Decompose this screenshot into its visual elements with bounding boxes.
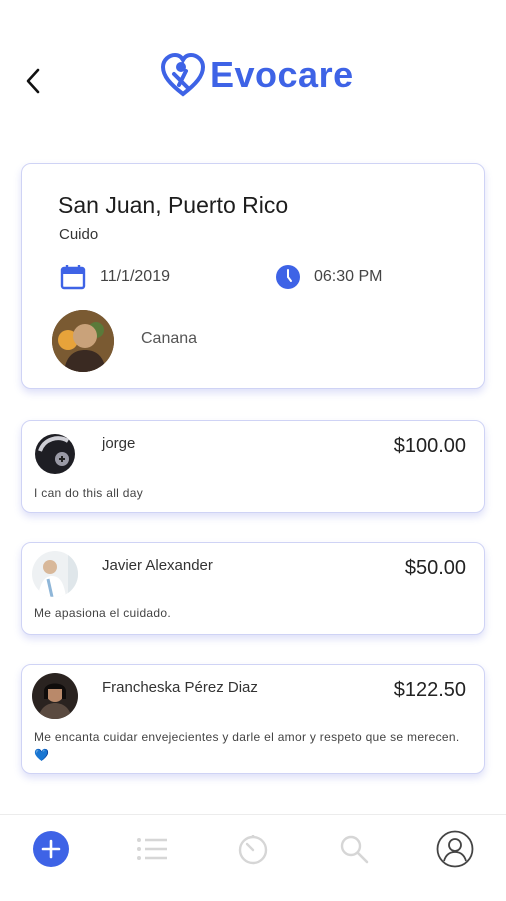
- offer-name: jorge: [102, 435, 136, 452]
- offer-avatar: [32, 551, 78, 597]
- nav-timer-button[interactable]: [233, 829, 273, 869]
- blue-heart-emoji: 💙: [34, 748, 50, 762]
- calendar-icon: [60, 264, 86, 295]
- list-icon: [137, 838, 167, 860]
- job-date: 11/1/2019: [100, 268, 170, 285]
- profile-icon: [436, 830, 474, 868]
- back-button[interactable]: [20, 64, 48, 98]
- offer-name: Javier Alexander: [102, 557, 213, 574]
- offer-message: I can do this all day: [34, 486, 144, 500]
- job-detail-card: San Juan, Puerto Rico Cuido 11/1/2019 06…: [21, 163, 485, 389]
- logo-text: Evocare: [210, 54, 354, 95]
- plus-circle-icon: [33, 831, 69, 867]
- timer-icon: [238, 835, 268, 865]
- nav-add-button[interactable]: [31, 829, 71, 869]
- offer-card[interactable]: jorge $100.00 I can do this all day: [21, 420, 485, 513]
- offer-price: $50.00: [404, 557, 466, 579]
- offer-message-text: Me encanta cuidar envejecientes y darle …: [34, 730, 460, 744]
- offer-price: $100.00: [393, 435, 466, 457]
- offer-name: Francheska Pérez Diaz: [102, 679, 258, 696]
- job-category: Cuido: [59, 226, 99, 243]
- offer-card[interactable]: Francheska Pérez Diaz $122.50 Me encanta…: [21, 664, 485, 774]
- nav-search-button[interactable]: [334, 829, 374, 869]
- offer-message: Me apasiona el cuidado.: [34, 606, 171, 620]
- job-location: San Juan, Puerto Rico: [58, 192, 289, 218]
- offer-avatar: [32, 673, 78, 719]
- person-avatar: [52, 310, 114, 372]
- evocare-logo: Evocare: [160, 52, 354, 98]
- chevron-left-icon: [26, 68, 40, 94]
- person-name: Canana: [141, 330, 198, 347]
- offer-avatar: [32, 429, 78, 475]
- offer-card[interactable]: Javier Alexander $50.00 Me apasiona el c…: [21, 542, 485, 635]
- offer-message: Me encanta cuidar envejecientes y darle …: [34, 728, 478, 764]
- offer-price: $122.50: [393, 679, 466, 701]
- nav-profile-button[interactable]: [435, 829, 475, 869]
- bottom-navigation: [0, 814, 506, 901]
- clock-icon: [275, 264, 301, 295]
- heart-logo-icon: [160, 52, 206, 97]
- search-icon: [340, 835, 369, 864]
- job-time: 06:30 PM: [314, 268, 383, 285]
- app-header: Evocare: [0, 0, 506, 140]
- nav-list-button[interactable]: [132, 829, 172, 869]
